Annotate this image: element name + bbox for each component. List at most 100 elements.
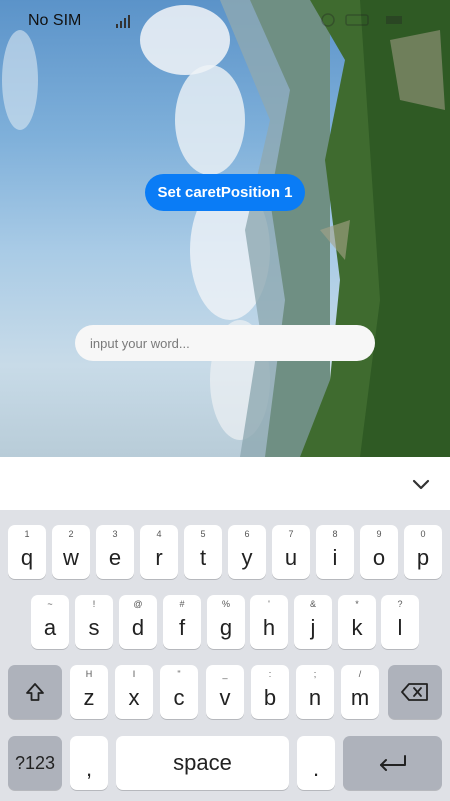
key-label: g: [219, 615, 233, 640]
key-hint: :: [268, 669, 272, 679]
key-hint: %: [221, 599, 230, 609]
period-key[interactable]: .: [297, 736, 335, 790]
key-label: u: [284, 545, 298, 570]
key-label: h: [262, 615, 276, 640]
status-bar: No SIM: [0, 0, 450, 40]
key-label: ?123: [14, 753, 56, 773]
key-hint: 0: [420, 529, 426, 539]
key-q[interactable]: 1q: [8, 525, 46, 579]
key-label: .: [312, 756, 320, 781]
key-hint: H: [85, 669, 93, 679]
key-hint: 7: [288, 529, 294, 539]
status-icons: [321, 13, 402, 27]
key-label: ,: [85, 756, 93, 781]
key-m[interactable]: / m: [341, 665, 379, 719]
key-label: j: [310, 615, 316, 640]
key-label: n: [308, 685, 322, 710]
key-label: p: [416, 545, 430, 570]
mountain-landscape: [2, 0, 450, 457]
shift-key[interactable]: [8, 665, 62, 719]
signal-icon: [116, 15, 130, 28]
key-t[interactable]: 5t: [184, 525, 222, 579]
carrier-label: No SIM: [28, 12, 82, 29]
key-label: a: [43, 615, 57, 640]
key-label: e: [108, 545, 122, 570]
key-hint: ': [268, 599, 270, 609]
key-hint: /: [358, 669, 362, 679]
symbols-key[interactable]: ?123: [8, 736, 62, 790]
key-label: s: [88, 615, 100, 640]
key-hint: 2: [68, 529, 74, 539]
space-key[interactable]: space: [116, 736, 289, 790]
key-g[interactable]: % g: [207, 595, 245, 649]
key-label: space: [173, 750, 232, 775]
comma-key[interactable]: ,: [70, 736, 108, 790]
key-y[interactable]: 6y: [228, 525, 266, 579]
backspace-icon: [401, 683, 428, 701]
key-a[interactable]: ~ a: [31, 595, 69, 649]
backspace-key[interactable]: [388, 665, 442, 719]
key-hint: 5: [200, 529, 206, 539]
key-hint: I: [132, 669, 136, 679]
enter-key[interactable]: [343, 736, 442, 790]
key-label: r: [155, 545, 163, 570]
key-hint: _: [222, 669, 228, 679]
key-hint: ;: [313, 669, 317, 679]
key-label: y: [241, 545, 253, 570]
key-z[interactable]: Hz: [70, 665, 108, 719]
key-d[interactable]: @ d: [119, 595, 157, 649]
key-hint: 6: [244, 529, 250, 539]
key-k[interactable]: * k: [338, 595, 376, 649]
key-label: v: [219, 685, 231, 710]
key-j[interactable]: & j: [294, 595, 332, 649]
keyboard: 1q 2w 3e 4r 5t 6y 7u 8i 9o 0p ~ a ! s @ d #…: [0, 510, 450, 801]
key-hint: 4: [156, 529, 162, 539]
key-hint: 9: [376, 529, 382, 539]
key-hint: ?: [397, 599, 403, 609]
key-hint: ~: [47, 599, 53, 609]
key-hint: #: [179, 599, 185, 609]
shift-icon: [26, 683, 44, 701]
key-f[interactable]: # f: [163, 595, 201, 649]
keyboard-toolbar: [0, 457, 450, 510]
wallpaper: [0, 0, 450, 457]
key-hint: !: [92, 599, 96, 609]
key-label: i: [332, 545, 338, 570]
key-x[interactable]: Ix: [115, 665, 153, 719]
key-label: k: [351, 615, 363, 640]
key-i[interactable]: 8i: [316, 525, 354, 579]
key-label: d: [131, 615, 145, 640]
key-label: l: [397, 615, 403, 640]
key-h[interactable]: ' h: [250, 595, 288, 649]
key-label: z: [83, 685, 95, 710]
key-hint: &: [309, 599, 316, 609]
key-c[interactable]: " c: [160, 665, 198, 719]
key-label: x: [128, 685, 140, 710]
key-p[interactable]: 0p: [404, 525, 442, 579]
key-label: c: [173, 685, 185, 710]
chevron-down-icon[interactable]: [410, 473, 432, 495]
key-v[interactable]: _ v: [206, 665, 244, 719]
key-s[interactable]: ! s: [75, 595, 113, 649]
key-hint: 1: [24, 529, 30, 539]
enter-icon: [379, 755, 406, 771]
word-input[interactable]: [75, 325, 375, 361]
key-label: t: [199, 545, 207, 570]
key-u[interactable]: 7u: [272, 525, 310, 579]
key-e[interactable]: 3e: [96, 525, 134, 579]
key-label: m: [350, 685, 370, 710]
key-r[interactable]: 4r: [140, 525, 178, 579]
set-caret-position-button[interactable]: Set caretPosition 1: [145, 174, 305, 211]
key-w[interactable]: 2w: [52, 525, 90, 579]
key-o[interactable]: 9o: [360, 525, 398, 579]
key-hint: 3: [112, 529, 118, 539]
key-hint: 8: [332, 529, 338, 539]
key-label: o: [372, 545, 386, 570]
key-n[interactable]: ; n: [296, 665, 334, 719]
key-hint: ": [177, 669, 181, 679]
key-l[interactable]: ? l: [381, 595, 419, 649]
key-label: b: [263, 685, 277, 710]
key-hint: *: [355, 599, 359, 609]
key-hint: @: [133, 599, 143, 609]
key-b[interactable]: :b: [251, 665, 289, 719]
